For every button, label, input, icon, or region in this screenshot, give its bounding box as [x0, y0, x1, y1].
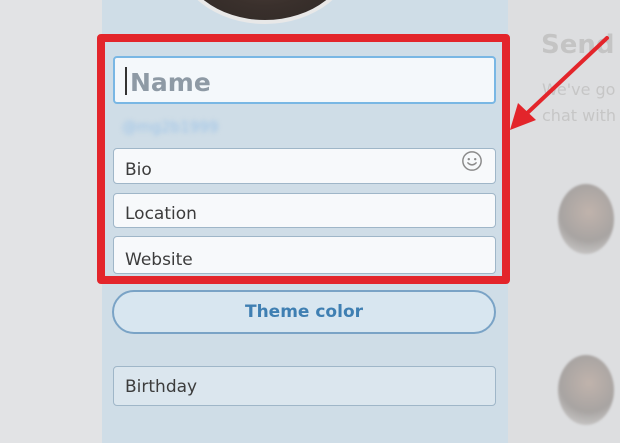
annotation-arrow	[510, 36, 609, 130]
